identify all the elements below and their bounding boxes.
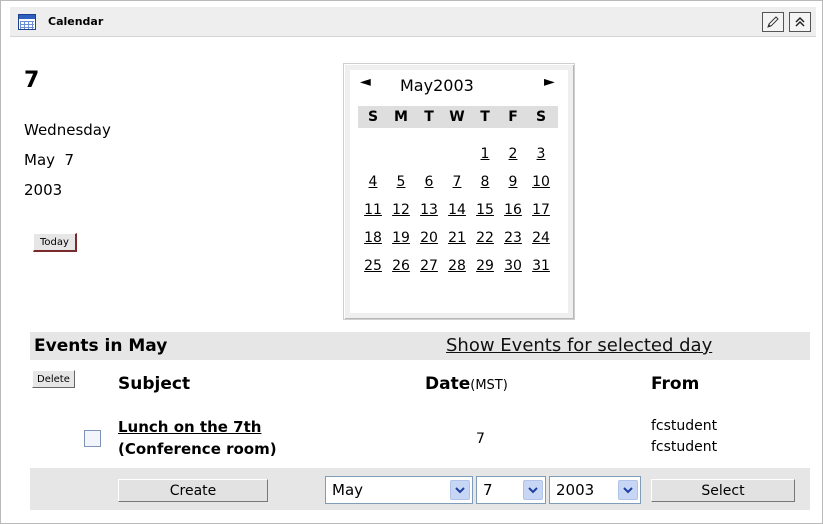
weekday-header-cell: W (449, 109, 465, 125)
calendar-day-link[interactable]: 15 (474, 202, 496, 218)
today-button[interactable]: Today (33, 233, 77, 252)
create-button[interactable]: Create (118, 479, 268, 502)
weekday-header-cell: T (424, 109, 434, 125)
month-year-label: May2003 (400, 76, 474, 95)
calendar-day-link[interactable]: 29 (474, 258, 496, 274)
month-select[interactable]: May (325, 476, 473, 504)
event-select-checkbox[interactable] (84, 430, 101, 447)
mini-calendar: ◄ May2003 ► SMTWTFS 1 2 3 4 5 6 7 8 9 10 11 12 13 14 1… (343, 63, 575, 320)
weekday-header: SMTWTFS (358, 106, 558, 128)
year-select-value: 2003 (556, 481, 595, 499)
calendar-day-link[interactable]: 19 (390, 230, 412, 246)
chevron-down-icon[interactable] (618, 480, 638, 500)
chevron-down-icon[interactable] (523, 480, 543, 500)
weekday-header-cell: F (508, 109, 518, 125)
events-header: Events in May Show Events for selected d… (30, 332, 810, 360)
event-location: (Conference room) (118, 440, 277, 458)
show-events-link[interactable]: Show Events for selected day (446, 335, 712, 356)
calendar-day-link[interactable]: 31 (530, 258, 552, 274)
calendar-day-link[interactable]: 24 (530, 230, 552, 246)
date-column-label: Date (425, 374, 471, 394)
weekday-header-cell: M (394, 109, 408, 125)
calendar-day-link[interactable]: 4 (362, 174, 384, 190)
collapse-up-icon (795, 16, 805, 27)
calendar-day-link[interactable]: 8 (474, 174, 496, 190)
next-month-arrow[interactable]: ► (544, 74, 555, 90)
event-from-line2: fcstudent (651, 439, 718, 455)
calendar-day-link[interactable]: 23 (502, 230, 524, 246)
pencil-icon (767, 16, 779, 28)
year-select[interactable]: 2003 (549, 476, 641, 504)
calendar-day-link[interactable]: 16 (502, 202, 524, 218)
prev-month-arrow[interactable]: ◄ (360, 74, 371, 90)
title-bar: Calendar (10, 7, 816, 37)
calendar-day-link[interactable]: 12 (390, 202, 412, 218)
month-day-label: May 7 (24, 151, 75, 169)
event-date: 7 (476, 431, 485, 447)
calendar-day-link[interactable]: 5 (390, 174, 412, 190)
calendar-day-link[interactable]: 1 (474, 146, 496, 162)
event-subject-link[interactable]: Lunch on the 7th (118, 416, 277, 438)
year-label: 2003 (24, 181, 63, 199)
calendar-day-link[interactable]: 26 (390, 258, 412, 274)
calendar-day-link[interactable]: 11 (362, 202, 384, 218)
weekday-header-cell: S (535, 109, 547, 125)
month-select-value: May (332, 481, 364, 499)
calendar-day-link[interactable]: 17 (530, 202, 552, 218)
date-column-header: Date(MST) (425, 374, 508, 394)
calendar-day-link[interactable]: 9 (502, 174, 524, 190)
calendar-day-link[interactable]: 14 (446, 202, 468, 218)
calendar-day-link[interactable]: 2 (502, 146, 524, 162)
calendar-day-link[interactable]: 28 (446, 258, 468, 274)
day-select[interactable]: 7 (476, 476, 546, 504)
calendar-icon (18, 14, 36, 30)
timezone-label: (MST) (470, 378, 508, 393)
calendar-day-link[interactable]: 21 (446, 230, 468, 246)
window-title: Calendar (48, 15, 104, 28)
calendar-day-link[interactable]: 13 (418, 202, 440, 218)
subject-column-header: Subject (118, 374, 191, 394)
calendar-day-link[interactable]: 25 (362, 258, 384, 274)
selected-day-number: 7 (24, 68, 40, 93)
calendar-day-link[interactable]: 3 (530, 146, 552, 162)
calendar-day-link[interactable]: 20 (418, 230, 440, 246)
event-from-line1: fcstudent (651, 418, 718, 434)
weekday-header-cell: T (480, 109, 490, 125)
events-title: Events in May (34, 336, 168, 356)
calendar-day-link[interactable]: 6 (418, 174, 440, 190)
weekday-label: Wednesday (24, 121, 111, 139)
calendar-day-link[interactable]: 30 (502, 258, 524, 274)
from-column-header: From (651, 374, 700, 394)
edit-button[interactable] (762, 12, 784, 32)
event-subject: Lunch on the 7th (Conference room) (118, 416, 277, 460)
calendar-day-link[interactable]: 22 (474, 230, 496, 246)
weekday-header-cell: S (367, 109, 379, 125)
collapse-button[interactable] (789, 12, 811, 32)
calendar-day-link[interactable]: 7 (446, 174, 468, 190)
calendar-day-link[interactable]: 10 (530, 174, 552, 190)
select-button[interactable]: Select (651, 479, 795, 502)
calendar-day-link[interactable]: 27 (418, 258, 440, 274)
delete-button[interactable]: Delete (32, 370, 75, 388)
chevron-down-icon[interactable] (450, 480, 470, 500)
day-select-value: 7 (483, 481, 493, 499)
event-from: fcstudent fcstudent (651, 416, 717, 458)
calendar-day-link[interactable]: 18 (362, 230, 384, 246)
